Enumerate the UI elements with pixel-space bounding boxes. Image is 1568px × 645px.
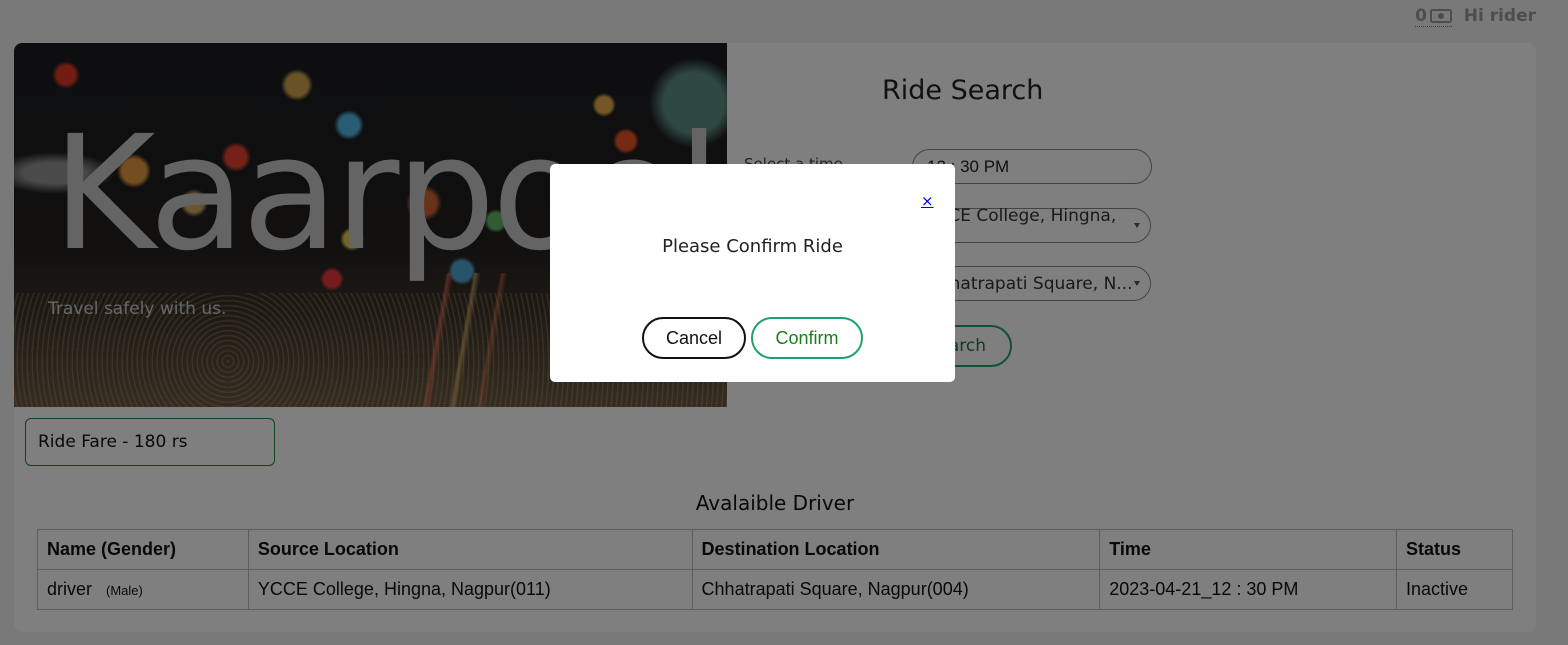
close-icon[interactable]: ×	[921, 192, 934, 210]
dialog-title: Please Confirm Ride	[662, 236, 843, 257]
confirm-button[interactable]: Confirm	[751, 317, 863, 359]
cancel-button[interactable]: Cancel	[642, 317, 746, 359]
confirm-ride-dialog: × Please Confirm Ride Cancel Confirm	[550, 164, 955, 382]
